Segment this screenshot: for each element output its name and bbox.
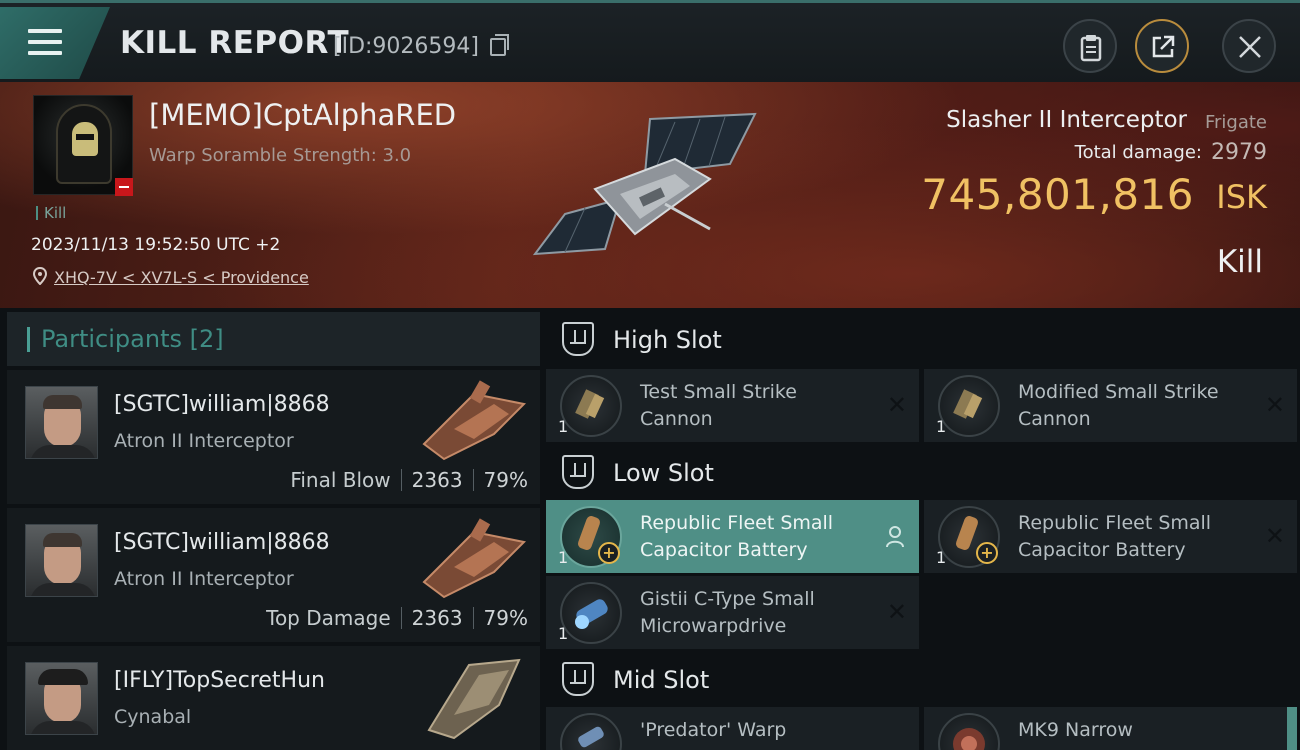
web-icon (938, 713, 1000, 750)
report-id: [ID:9026594] (333, 34, 479, 59)
participants-header: Participants [2] (7, 312, 540, 366)
total-damage-value: 2979 (1211, 140, 1267, 165)
victim-ship-name[interactable]: Slasher II Interceptor (946, 107, 1187, 133)
participants-title: Participants (41, 325, 182, 353)
module-qty: 1 (936, 548, 947, 567)
participants-panel: Participants [2] [SGTC]william|8868 Atro… (7, 312, 540, 750)
kill-report-header: KILL REPORT [ID:9026594] (0, 0, 1300, 82)
participant-row[interactable]: [IFLY]TopSecretHun Cynabal (7, 646, 540, 750)
participant-damage: 2363 (411, 468, 463, 492)
minus-badge-icon (115, 178, 133, 196)
destroyed-x-icon: ✕ (886, 391, 907, 419)
location-link[interactable]: XHQ-7V < XV7L-S < Providence (54, 268, 309, 287)
kill-tag: Kill (36, 206, 66, 221)
participant-portrait (25, 524, 98, 597)
low-slot-header: Low Slot (546, 445, 1300, 499)
high-slot-header: High Slot (546, 312, 1300, 366)
warp-scrambler-icon (560, 713, 622, 750)
isk-unit: ISK (1216, 178, 1267, 216)
module-item[interactable]: 1 Test Small Strike Cannon ✕ (546, 369, 919, 442)
cannon-icon (560, 375, 622, 437)
module-name: Republic Fleet Small Capacitor Battery (1018, 512, 1212, 561)
module-name: Test Small Strike Cannon (640, 381, 797, 430)
mid-slot-title: Mid Slot (613, 666, 710, 694)
cannon-icon (938, 375, 1000, 437)
module-item[interactable]: 'Predator' Warp (546, 707, 919, 750)
module-qty: 1 (936, 417, 947, 436)
victim-subtitle: Warp Soramble Strength: 3.0 (149, 145, 412, 166)
module-name: 'Predator' Warp (640, 719, 787, 741)
module-item[interactable]: 1 Modified Small Strike Cannon ✕ (924, 369, 1297, 442)
module-name: MK9 Narrow (1018, 719, 1133, 741)
participant-row[interactable]: [SGTC]william|8868 Atron II Interceptor … (7, 508, 540, 642)
participant-name: [SGTC]william|8868 (114, 392, 330, 417)
isk-value: 745,801,816 (921, 170, 1194, 219)
participants-count: [2] (189, 325, 224, 353)
participant-portrait (25, 662, 98, 735)
participant-ship: Atron II Interceptor (114, 568, 294, 590)
capacitor-battery-icon: + (560, 506, 622, 568)
participant-stat-label: Top Damage (266, 606, 391, 630)
participant-ship-image (422, 380, 527, 461)
destroyed-x-icon: ✕ (1264, 391, 1285, 419)
participant-stat-label: Final Blow (290, 468, 391, 492)
hamburger-icon (28, 29, 62, 62)
participant-stats: Final Blow 2363 79% (290, 468, 528, 492)
module-item[interactable]: + 1 Republic Fleet Small Capacitor Batte… (546, 500, 919, 573)
slot-shield-icon (562, 455, 594, 489)
participant-ship-image (422, 518, 527, 599)
participant-percent: 79% (483, 468, 528, 492)
participant-name: [IFLY]TopSecretHun (114, 668, 325, 693)
slot-shield-icon (562, 322, 594, 356)
low-slot-title: Low Slot (613, 459, 714, 487)
participant-row[interactable]: [SGTC]william|8868 Atron II Interceptor … (7, 370, 540, 504)
participant-ship-image (427, 658, 521, 740)
fitting-panel: High Slot 1 Test Small Strike Cannon ✕ 1… (546, 312, 1300, 750)
module-name: Gistii C-Type Small Microwarpdrive (640, 588, 815, 637)
participant-ship: Atron II Interceptor (114, 430, 294, 452)
kill-result: Kill (1216, 244, 1263, 280)
module-item[interactable]: MK9 Narrow (924, 707, 1297, 750)
location-pin-icon (33, 267, 47, 285)
slot-shield-icon (562, 662, 594, 696)
module-item[interactable]: 1 Gistii C-Type Small Microwarpdrive ✕ (546, 576, 919, 649)
participant-percent: 79% (483, 606, 528, 630)
victim-banner: [MEMO]CptAlphaRED Warp Soramble Strength… (0, 82, 1300, 308)
module-qty: 1 (558, 624, 569, 643)
module-name: Republic Fleet Small Capacitor Battery (640, 512, 834, 561)
victim-name[interactable]: [MEMO]CptAlphaRED (149, 98, 456, 132)
menu-button[interactable] (0, 7, 110, 79)
close-button[interactable] (1222, 19, 1276, 73)
clipboard-icon (1080, 35, 1102, 62)
kill-timestamp: 2023/11/13 19:52:50 UTC +2 (31, 235, 281, 255)
destroyed-x-icon: ✕ (1264, 522, 1285, 550)
copy-icon[interactable] (490, 34, 509, 56)
destroyed-x-icon: ✕ (886, 598, 907, 626)
close-icon (1239, 36, 1261, 58)
participant-ship: Cynabal (114, 706, 192, 728)
person-icon (886, 526, 904, 548)
victim-ship-class: Frigate (1204, 112, 1267, 133)
victim-ship-image (532, 112, 757, 256)
share-button[interactable] (1135, 19, 1189, 73)
microwarpdrive-icon (560, 582, 622, 644)
module-qty: 1 (558, 548, 569, 567)
mid-slot-header: Mid Slot (546, 652, 1300, 706)
participant-name: [SGTC]william|8868 (114, 530, 330, 555)
module-qty: 1 (558, 417, 569, 436)
module-name: Modified Small Strike Cannon (1018, 381, 1219, 430)
page-title: KILL REPORT (120, 25, 350, 61)
clipboard-button[interactable] (1063, 19, 1117, 73)
participant-stats: Top Damage 2363 79% (266, 606, 528, 630)
capacitor-battery-icon: + (938, 506, 1000, 568)
share-icon (1152, 35, 1175, 58)
participant-damage: 2363 (411, 606, 463, 630)
high-slot-title: High Slot (613, 326, 722, 354)
participant-portrait (25, 386, 98, 459)
total-damage-label: Total damage: (1074, 142, 1202, 163)
module-item[interactable]: + 1 Republic Fleet Small Capacitor Batte… (924, 500, 1297, 573)
